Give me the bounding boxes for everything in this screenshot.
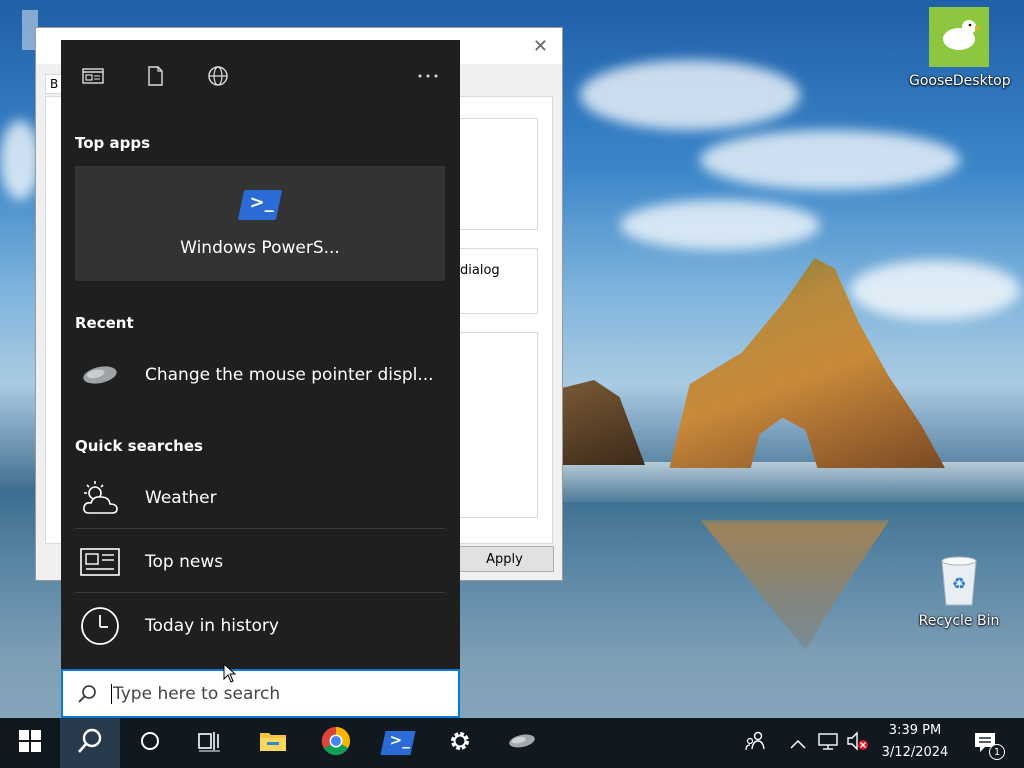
- window-group-box: [456, 118, 538, 230]
- quick-search-label: Weather: [145, 487, 217, 508]
- apply-button[interactable]: Apply: [455, 546, 554, 572]
- recent-item-label: Change the mouse pointer displ...: [145, 365, 434, 385]
- volume-button[interactable]: [845, 718, 871, 768]
- quick-search-top-news[interactable]: Top news: [75, 531, 445, 593]
- network-icon: [817, 731, 839, 755]
- desktop-icon-label: GooseDesktop: [909, 73, 1011, 89]
- mouse-icon: [75, 355, 125, 395]
- close-icon[interactable]: ✕: [533, 36, 548, 57]
- action-center-button[interactable]: 1: [966, 718, 1006, 768]
- powershell-taskbar-button[interactable]: >_: [368, 718, 428, 768]
- svg-text:♻: ♻: [952, 574, 966, 593]
- recycle-bin-icon: ♻: [934, 553, 984, 607]
- search-icon: [76, 727, 104, 759]
- weather-icon: [75, 478, 125, 518]
- search-icon: [63, 672, 111, 716]
- quick-searches-heading: Quick searches: [75, 437, 203, 455]
- chrome-icon: [321, 726, 351, 760]
- recent-heading: Recent: [75, 314, 134, 332]
- window-group-box: [456, 332, 538, 518]
- apps-filter-icon[interactable]: [81, 64, 105, 88]
- task-view-button[interactable]: [180, 718, 240, 768]
- desktop-icon-recycle-bin[interactable]: ♻ Recycle Bin: [909, 553, 1009, 629]
- top-app-powershell[interactable]: >_ Windows PowerS...: [75, 166, 445, 281]
- notification-icon: 1: [973, 730, 1005, 760]
- clock-icon: [75, 606, 125, 646]
- cortana-icon: [139, 730, 161, 756]
- dialog-text-fragment: dialog: [460, 263, 500, 278]
- windows-start-icon: [19, 730, 41, 756]
- news-icon: [75, 542, 125, 582]
- settings-button[interactable]: [430, 718, 490, 768]
- desktop-icon-label: Recycle Bin: [918, 613, 1000, 629]
- window-group-box: [456, 248, 538, 314]
- mouse-settings-button[interactable]: [492, 718, 552, 768]
- start-button[interactable]: [0, 718, 60, 768]
- quick-search-weather[interactable]: Weather: [75, 467, 445, 529]
- clock-time[interactable]: 3:39 PM: [873, 723, 957, 738]
- web-filter-icon[interactable]: [206, 64, 230, 88]
- chrome-button[interactable]: [306, 718, 366, 768]
- quick-search-label: Today in history: [145, 616, 279, 636]
- powershell-icon: >_: [380, 731, 416, 755]
- search-filter-bar: [61, 40, 460, 110]
- chevron-up-icon: [790, 734, 806, 753]
- clock-date[interactable]: 3/12/2024: [873, 745, 957, 760]
- mouse-cursor-icon: [223, 662, 237, 683]
- volume-muted-icon: [846, 730, 870, 756]
- search-input[interactable]: [111, 683, 431, 704]
- network-button[interactable]: [815, 718, 841, 768]
- more-options-icon[interactable]: [416, 64, 440, 88]
- recent-item-mouse-pointer[interactable]: Change the mouse pointer displ...: [75, 344, 445, 406]
- task-view-icon: [198, 730, 222, 756]
- settings-icon: [447, 728, 473, 758]
- top-app-label: Windows PowerS...: [180, 238, 340, 258]
- file-explorer-icon: [259, 729, 287, 757]
- people-button[interactable]: [740, 718, 770, 768]
- cortana-button[interactable]: [120, 718, 180, 768]
- search-flyout: Top apps >_ Windows PowerS... Recent Cha…: [61, 40, 460, 670]
- notification-count-badge: 1: [989, 744, 1005, 760]
- documents-filter-icon[interactable]: [143, 64, 167, 88]
- mouse-settings-icon: [507, 732, 537, 754]
- top-apps-heading: Top apps: [75, 134, 151, 152]
- desktop-icon-goose[interactable]: GooseDesktop: [909, 7, 1011, 89]
- taskbar-search-box[interactable]: [61, 669, 460, 718]
- taskbar-search-button[interactable]: [60, 718, 120, 768]
- people-icon: [744, 730, 766, 756]
- quick-search-today-in-history[interactable]: Today in history: [75, 595, 445, 657]
- powershell-icon: >_: [237, 190, 283, 220]
- show-hidden-icons-button[interactable]: [786, 718, 810, 768]
- quick-search-label: Top news: [145, 551, 224, 572]
- goose-icon: [929, 7, 989, 67]
- file-explorer-button[interactable]: [243, 718, 303, 768]
- taskbar: >_ 3:39 PM 3/12/2024 1: [0, 718, 1024, 768]
